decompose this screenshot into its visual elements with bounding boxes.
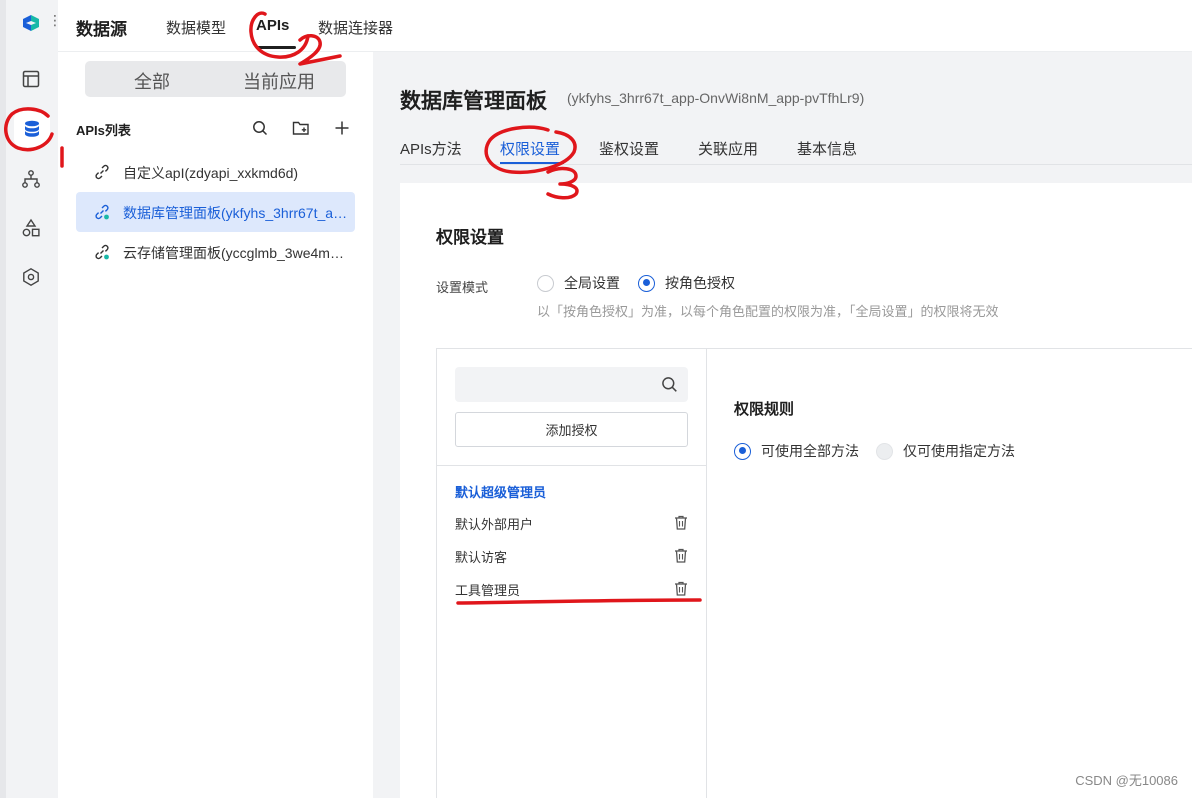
role-permission-panel: 添加授权 默认超级管理员 默认外部用户 默认访客 工具管理员 权限规则 可使用全…: [436, 348, 1192, 798]
app-logo-icon[interactable]: [20, 12, 42, 34]
tab-divider: [400, 164, 1192, 165]
icon-rail: ⋮: [0, 0, 62, 798]
card-title: 权限设置: [436, 228, 504, 247]
tab-basic-info[interactable]: 基本信息: [797, 138, 857, 159]
segment-current-app[interactable]: 当前应用: [243, 68, 315, 94]
role-name: 默认外部用户: [455, 517, 534, 532]
watermark: CSDN @无10086: [1075, 773, 1178, 788]
tab-api-methods[interactable]: APIs方法: [400, 138, 462, 159]
shapes-icon[interactable]: [20, 217, 42, 239]
api-item-label: 自定义apI(zdyapi_xxkmd6d): [123, 165, 299, 181]
api-list-title: APIs列表: [76, 123, 131, 138]
new-folder-icon[interactable]: [291, 118, 311, 138]
tab-permission-settings[interactable]: 权限设置: [500, 138, 560, 159]
radio-circle-checked[interactable]: [638, 274, 655, 292]
more-dots-icon[interactable]: ⋮: [48, 13, 62, 27]
tab-linked-apps[interactable]: 关联应用: [698, 138, 758, 159]
rule-title: 权限规则: [734, 401, 795, 418]
radio-by-role[interactable]: 按角色授权: [638, 273, 735, 293]
trash-icon[interactable]: [674, 581, 688, 596]
link-icon: [94, 244, 110, 260]
trash-icon[interactable]: [674, 548, 688, 563]
add-icon[interactable]: [332, 118, 352, 138]
page-title: 数据库管理面板: [400, 90, 547, 113]
active-tab-indicator: [500, 162, 564, 164]
scope-segmented-control: 全部 当前应用: [85, 61, 346, 97]
top-nav: 数据源 数据模型 APIs 数据连接器: [58, 0, 1192, 52]
mode-label: 设置模式: [436, 280, 489, 295]
role-list-pane: 添加授权 默认超级管理员 默认外部用户 默认访客 工具管理员: [437, 349, 707, 798]
radio-specified-methods[interactable]: 仅可使用指定方法: [876, 441, 1015, 461]
radio-label: 全局设置: [564, 275, 620, 291]
api-list-item[interactable]: 自定义apI(zdyapi_xxkmd6d): [76, 152, 355, 192]
page-subtitle: (ykfyhs_3hrr67t_app-OnvWi8nM_app-pvTfhLr…: [567, 90, 865, 106]
segment-all[interactable]: 全部: [134, 68, 170, 94]
active-tab-indicator: [256, 46, 296, 49]
tab-data-connector[interactable]: 数据连接器: [318, 17, 393, 38]
api-list-item[interactable]: 云存储管理面板(yccglmb_3we4mo...): [76, 232, 355, 272]
role-search-input[interactable]: [455, 367, 655, 402]
link-icon: [94, 204, 110, 220]
api-item-label: 云存储管理面板(yccglmb_3we4mo...): [123, 245, 351, 261]
radio-label: 可使用全部方法: [761, 443, 859, 459]
tab-apis[interactable]: APIs: [256, 17, 289, 34]
database-icon[interactable]: [14, 111, 50, 147]
search-icon[interactable]: [250, 118, 270, 138]
role-name: 默认访客: [455, 550, 508, 565]
role-name: 工具管理员: [455, 583, 521, 598]
layout-icon[interactable]: [20, 68, 42, 90]
link-icon: [94, 164, 110, 180]
radio-label: 按角色授权: [665, 275, 735, 291]
role-name: 默认超级管理员: [455, 485, 547, 500]
section-title: 数据源: [76, 20, 127, 39]
radio-global-setting[interactable]: 全局设置: [537, 273, 620, 293]
role-item-selected[interactable]: 默认超级管理员: [455, 480, 688, 504]
role-item[interactable]: 默认访客: [455, 545, 688, 569]
main-content: 数据库管理面板 (ykfyhs_3hrr67t_app-OnvWi8nM_app…: [373, 52, 1192, 798]
permission-card: 权限设置 设置模式 全局设置 按角色授权 以「按角色授权」为准，以每个角色配置的…: [400, 183, 1192, 798]
role-item[interactable]: 默认外部用户: [455, 512, 688, 536]
add-authorization-button[interactable]: 添加授权: [455, 412, 688, 447]
api-item-label: 数据库管理面板(ykfyhs_3hrr67t_app-OnvWi8nM_app-…: [123, 205, 351, 221]
radio-all-methods[interactable]: 可使用全部方法: [734, 441, 859, 461]
divider: [437, 465, 706, 466]
search-icon[interactable]: [661, 376, 678, 393]
role-item[interactable]: 工具管理员: [455, 578, 688, 602]
radio-circle-checked[interactable]: [734, 442, 751, 460]
trash-icon[interactable]: [674, 515, 688, 530]
radio-circle[interactable]: [537, 274, 554, 292]
radio-label: 仅可使用指定方法: [903, 443, 1015, 459]
api-sidebar: 全部 当前应用 APIs列表 自定义apI(zdyapi_xxkmd6d) 数据…: [58, 52, 373, 798]
role-search: [455, 367, 688, 402]
hierarchy-icon[interactable]: [20, 168, 42, 190]
hexagon-settings-icon[interactable]: [20, 266, 42, 288]
mode-hint: 以「按角色授权」为准，以每个角色配置的权限为准，「全局设置」的权限将无效: [537, 304, 999, 319]
tab-auth-settings[interactable]: 鉴权设置: [599, 138, 659, 159]
radio-circle-disabled[interactable]: [876, 442, 893, 460]
tab-data-model[interactable]: 数据模型: [166, 17, 226, 38]
api-list-item-selected[interactable]: 数据库管理面板(ykfyhs_3hrr67t_app-OnvWi8nM_app-…: [76, 192, 355, 232]
